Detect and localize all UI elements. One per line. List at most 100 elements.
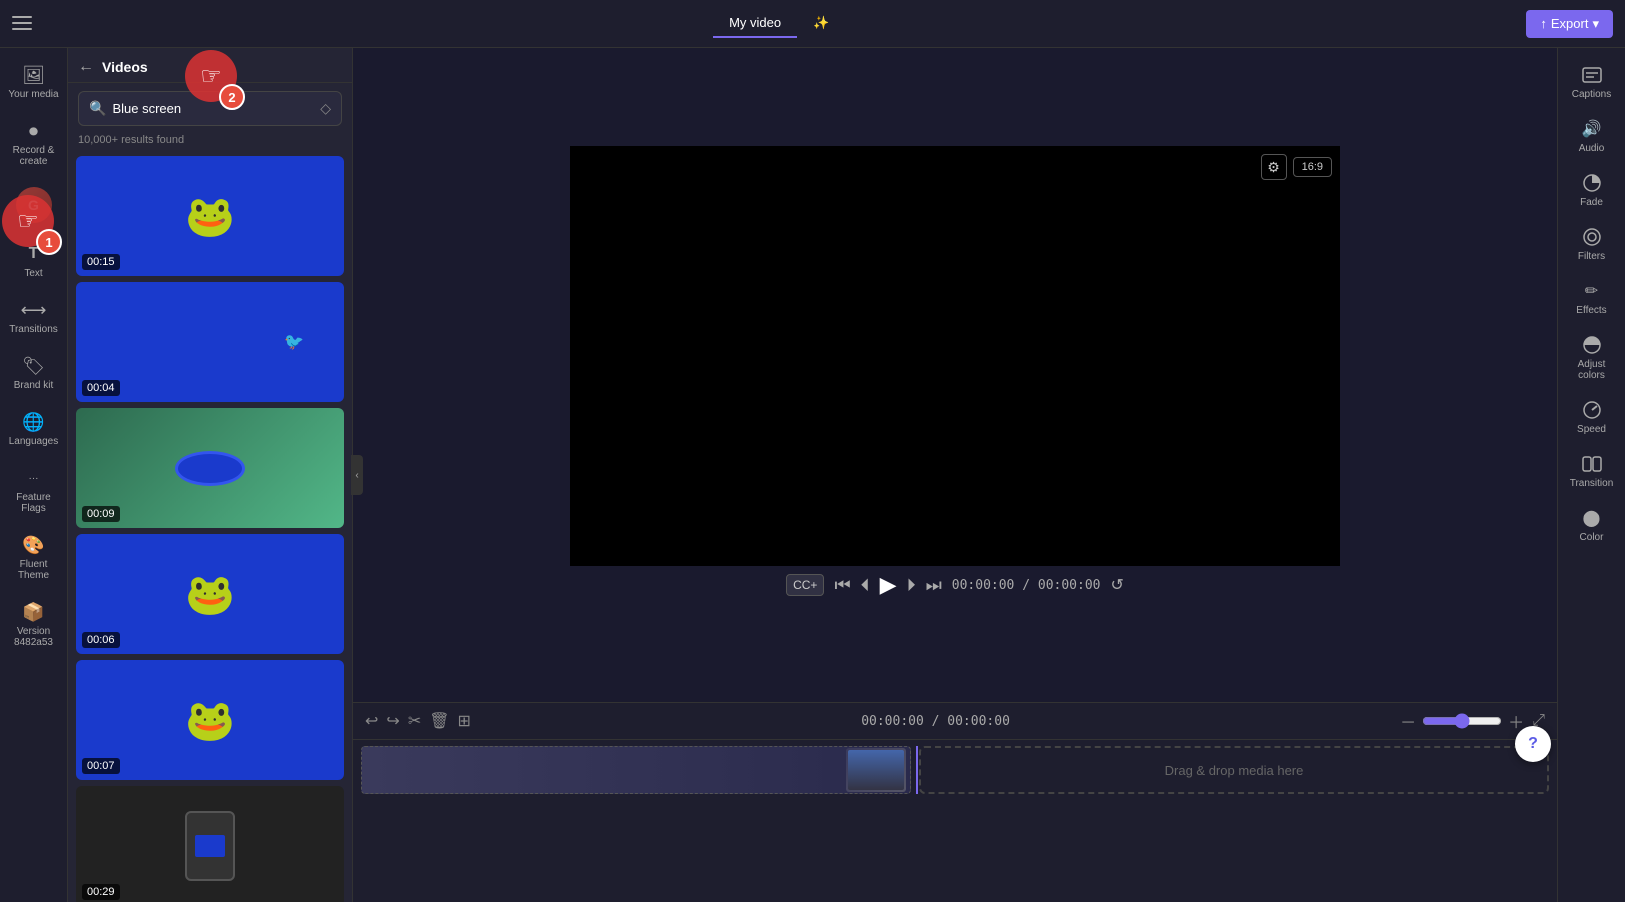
- back-button[interactable]: ←: [78, 58, 94, 76]
- right-tool-color[interactable]: ⬤ Color: [1562, 499, 1622, 551]
- help-icon: ?: [1528, 735, 1538, 753]
- playback-controls: CC+ ⏮ ⏴ ▶ ⏵ ⏭ 00:00:00 / 00:00:00 ↺: [770, 566, 1140, 604]
- drop-zone[interactable]: Drag & drop media here: [919, 746, 1549, 794]
- video-preview: ⚙ 16:9 CC+ ⏮ ⏴ ▶ ⏵ ⏭ 00:00:00 / 00:00:00…: [353, 48, 1557, 702]
- right-tool-audio[interactable]: 🔊 Audio: [1562, 110, 1622, 162]
- tab-my-video[interactable]: My video: [713, 9, 797, 38]
- results-count: 10,000+ results found: [68, 134, 352, 152]
- version-icon: 📦: [23, 601, 45, 623]
- center-area: ⚙ 16:9 CC+ ⏮ ⏴ ▶ ⏵ ⏭ 00:00:00 / 00:00:00…: [353, 48, 1557, 902]
- step-forward-button[interactable]: ⏵: [907, 575, 916, 596]
- transitions-icon: ⟷: [23, 299, 45, 321]
- step-back-button[interactable]: ⏴: [861, 575, 870, 596]
- captions-icon: [1581, 64, 1603, 86]
- sidebar-item-fluent-theme[interactable]: 🎨 Fluent Theme: [4, 526, 64, 589]
- speed-icon: [1581, 399, 1603, 421]
- help-button-container: ?: [1515, 726, 1551, 762]
- search-input[interactable]: [112, 101, 314, 116]
- zoom-controls: － ＋: [1400, 709, 1524, 733]
- sidebar-item-graphics[interactable]: G: [4, 179, 64, 231]
- help-button[interactable]: ?: [1515, 726, 1551, 762]
- skip-forward-button[interactable]: ⏭: [926, 575, 942, 596]
- video-track-row: Drag & drop media here: [353, 740, 1557, 800]
- timeline-area: ↩ ↪ ✂ 🗑 ⊞ 00:00:00 / 00:00:00 － ＋ ⤢: [353, 702, 1557, 902]
- your-media-icon: 🖼: [23, 64, 45, 86]
- time-display: 00:00:00 / 00:00:00: [952, 578, 1101, 593]
- sidebar-item-transitions[interactable]: ⟷ Transitions: [4, 291, 64, 343]
- panel-title: Videos: [102, 59, 148, 75]
- thumbnail-item[interactable]: 00:29: [76, 786, 344, 902]
- right-tool-effects[interactable]: ✏ Effects: [1562, 272, 1622, 324]
- zoom-out-button[interactable]: －: [1400, 709, 1416, 733]
- right-tool-transition[interactable]: Transition: [1562, 445, 1622, 497]
- audio-icon: 🔊: [1581, 118, 1603, 140]
- aspect-ratio-button[interactable]: 16:9: [1293, 157, 1332, 177]
- fluent-theme-icon: 🎨: [23, 534, 45, 556]
- redo-button[interactable]: ↺: [1111, 575, 1124, 595]
- menu-icon[interactable]: [12, 16, 32, 32]
- thumb-duration-6: 00:29: [82, 884, 120, 900]
- timeline-tracks: Drag & drop media here: [353, 740, 1557, 902]
- thumbnail-item[interactable]: 🐦 00:04: [76, 282, 344, 402]
- thumbnail-item[interactable]: 🐸 00:15: [76, 156, 344, 276]
- tab-ai-magic[interactable]: ✨: [797, 9, 845, 39]
- captions-button[interactable]: CC+: [786, 574, 824, 596]
- timeline-toolbar: ↩ ↪ ✂ 🗑 ⊞ 00:00:00 / 00:00:00 － ＋ ⤢: [353, 703, 1557, 740]
- left-panel: ← Videos 🔍 ◇ 10,000+ results found 🐸: [68, 48, 353, 902]
- cut-button[interactable]: ✂: [408, 711, 421, 731]
- bird-icon: 🐦: [284, 332, 304, 352]
- avatar[interactable]: G: [16, 187, 52, 223]
- export-icon: ↑: [1540, 16, 1547, 31]
- sidebar-item-your-media[interactable]: 🖼 Your media: [4, 56, 64, 108]
- left-sidebar: 🖼 Your media ⏺ Record & create G T Text …: [0, 48, 68, 902]
- right-sidebar: Captions 🔊 Audio Fade Filters ✏ Effects: [1557, 48, 1625, 902]
- sidebar-item-languages[interactable]: 🌐 Languages: [4, 403, 64, 455]
- thumbnail-item[interactable]: 🐸 00:07: [76, 660, 344, 780]
- zoom-slider[interactable]: [1422, 713, 1502, 729]
- video-track: Drag & drop media here: [361, 746, 1549, 794]
- search-icon: 🔍: [89, 100, 106, 117]
- diamond-icon[interactable]: ◇: [320, 100, 331, 117]
- sidebar-item-record-create[interactable]: ⏺ Record & create: [4, 112, 64, 175]
- oval-shape: [175, 451, 245, 486]
- sidebar-item-brand-kit[interactable]: 🏷 Brand kit: [4, 347, 64, 399]
- thumbnail-item[interactable]: 00:09: [76, 408, 344, 528]
- video-settings-button[interactable]: ⚙: [1261, 154, 1287, 180]
- undo-button[interactable]: ↩: [365, 711, 378, 731]
- sidebar-item-version[interactable]: 📦 Version 8482a53: [4, 593, 64, 656]
- play-button[interactable]: ▶: [880, 572, 897, 598]
- thumb-duration-3: 00:09: [82, 506, 120, 522]
- topbar-right: ↑ Export ▾: [1526, 10, 1613, 38]
- sidebar-item-feature-flags[interactable]: ··· Feature Flags: [4, 459, 64, 522]
- sidebar-item-text[interactable]: T Text: [4, 235, 64, 287]
- timeline-cursor: [916, 746, 918, 794]
- topbar-left: [12, 16, 32, 32]
- panel-header: ← Videos: [68, 48, 352, 83]
- add-to-timeline-button[interactable]: ⊞: [458, 711, 471, 731]
- left-panel-wrapper: ← Videos 🔍 ◇ 10,000+ results found 🐸: [68, 48, 353, 902]
- thumb-duration-5: 00:07: [82, 758, 120, 774]
- fade-icon: [1581, 172, 1603, 194]
- thumb-duration-1: 00:15: [82, 254, 120, 270]
- track-clip[interactable]: [361, 746, 911, 794]
- adjust-colors-icon: [1581, 334, 1603, 356]
- right-tool-adjust-colors[interactable]: Adjust colors: [1562, 326, 1622, 389]
- thumb-duration-4: 00:06: [82, 632, 120, 648]
- right-tool-speed[interactable]: Speed: [1562, 391, 1622, 443]
- text-icon: T: [23, 243, 45, 265]
- right-tool-fade[interactable]: Fade: [1562, 164, 1622, 216]
- delete-button[interactable]: 🗑: [429, 711, 449, 731]
- skip-back-button[interactable]: ⏮: [834, 575, 850, 596]
- brand-kit-icon: 🏷: [23, 355, 45, 377]
- right-tool-captions[interactable]: Captions: [1562, 56, 1622, 108]
- export-button[interactable]: ↑ Export ▾: [1526, 10, 1613, 38]
- transition-icon: [1581, 453, 1603, 475]
- thumb-duration-2: 00:04: [82, 380, 120, 396]
- panel-collapse-handle[interactable]: ‹: [351, 455, 363, 495]
- right-tool-filters[interactable]: Filters: [1562, 218, 1622, 270]
- thumbnail-item[interactable]: 🐸 00:06: [76, 534, 344, 654]
- record-create-icon: ⏺: [23, 120, 45, 142]
- redo-tl-button[interactable]: ↪: [386, 711, 399, 731]
- topbar-center: My video ✨: [32, 9, 1526, 39]
- back-arrow-icon: ←: [78, 58, 94, 76]
